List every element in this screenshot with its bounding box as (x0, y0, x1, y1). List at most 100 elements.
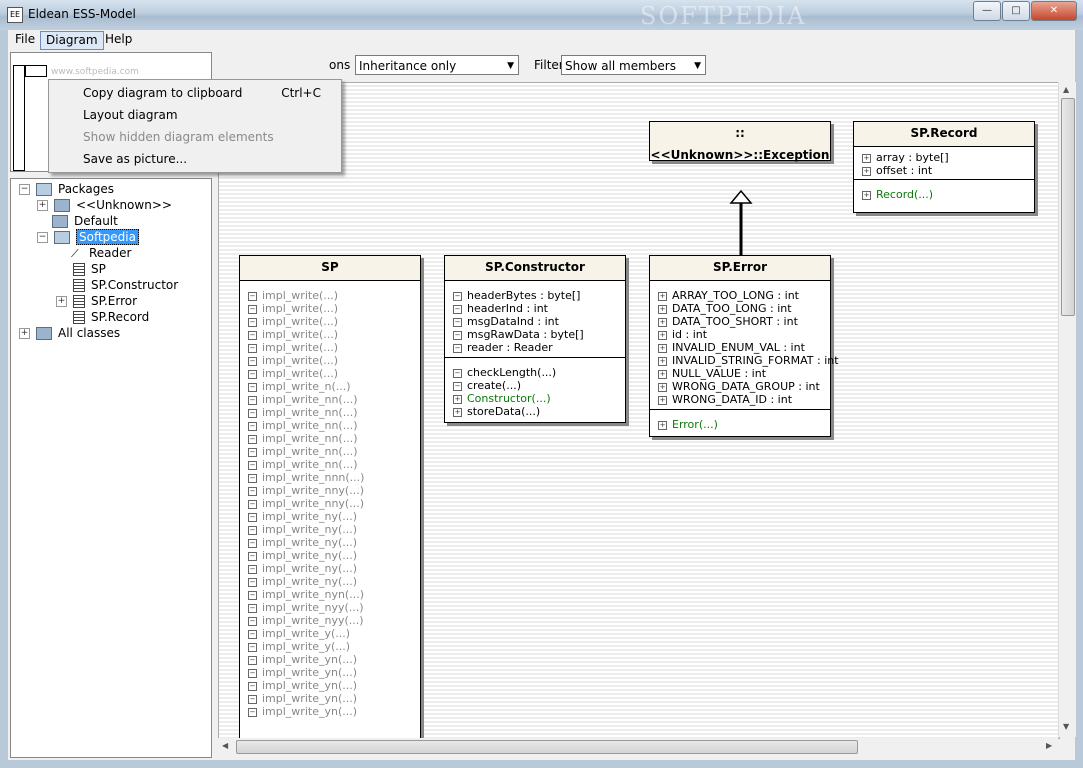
class-box-sp-record[interactable]: SP.Record + array : byte[] + offset : int +… (853, 121, 1035, 213)
class-method[interactable]: + storeData(...) (453, 405, 625, 418)
menu-file[interactable]: File (10, 31, 40, 48)
tree-item-sp-constructor[interactable]: SP.Constructor (73, 277, 178, 293)
collapse-icon[interactable]: − (19, 184, 30, 195)
public-member-icon: + (453, 407, 462, 417)
class-field[interactable]: + WRONG_DATA_GROUP : int (658, 380, 830, 393)
vertical-scrollbar[interactable]: ▲ ▼ (1058, 82, 1076, 737)
tree-item-packages[interactable]: − Packages (19, 181, 114, 197)
class-method[interactable]: − impl_write_nnn(...) (248, 471, 420, 484)
class-method-text: impl_write_ny(...) (262, 536, 358, 549)
class-method[interactable]: − impl_write(...) (248, 367, 420, 380)
expand-icon[interactable]: + (56, 296, 67, 307)
scroll-left-icon[interactable]: ◀ (222, 741, 228, 750)
tree-item-sp-record[interactable]: SP.Record (73, 309, 149, 325)
class-method[interactable]: − impl_write_nn(...) (248, 406, 420, 419)
expand-icon[interactable]: + (19, 328, 30, 339)
menu-item-copy-diagram[interactable]: Copy diagram to clipboard (83, 84, 242, 102)
class-method[interactable]: − impl_write_ny(...) (248, 575, 420, 588)
class-method[interactable]: − impl_write_nn(...) (248, 458, 420, 471)
class-field[interactable]: − headerInd : int (453, 302, 625, 315)
vertical-scroll-thumb[interactable] (1061, 98, 1075, 316)
class-method[interactable]: + Constructor(...) (453, 392, 625, 405)
class-field[interactable]: − reader : Reader (453, 341, 625, 354)
class-method[interactable]: + Error(...) (658, 418, 830, 431)
class-method[interactable]: − impl_write_nn(...) (248, 432, 420, 445)
class-field[interactable]: + INVALID_ENUM_VAL : int (658, 341, 830, 354)
class-field[interactable]: + array : byte[] (862, 151, 1034, 164)
associations-select[interactable]: Inheritance only ▼ (355, 55, 519, 75)
class-box-exception[interactable]: ::<<Unknown>>::Exception (649, 121, 831, 162)
horizontal-scroll-thumb[interactable] (236, 740, 858, 754)
class-method[interactable]: − impl_write_ny(...) (248, 510, 420, 523)
minimize-button[interactable]: — (973, 1, 1001, 21)
class-field[interactable]: + ARRAY_TOO_LONG : int (658, 289, 830, 302)
overview-viewport[interactable] (13, 65, 25, 171)
menu-help[interactable]: Help (100, 31, 137, 48)
scroll-right-icon[interactable]: ▶ (1046, 741, 1052, 750)
class-method[interactable]: − impl_write(...) (248, 328, 420, 341)
class-box-sp-error[interactable]: SP.Error + ARRAY_TOO_LONG : int + DATA_TOO_… (649, 255, 839, 437)
class-method[interactable]: − impl_write(...) (248, 315, 420, 328)
class-field[interactable]: + id : int (658, 328, 830, 341)
tree-item-default[interactable]: Default (52, 213, 118, 229)
class-field[interactable]: + WRONG_DATA_ID : int (658, 393, 830, 406)
class-method[interactable]: − impl_write_ny(...) (248, 523, 420, 536)
package-tree: − Packages + <<Unknown>> Default − Softpedi… (10, 178, 212, 758)
class-method[interactable]: − impl_write_yn(...) (248, 653, 420, 666)
class-method[interactable]: − impl_write_nyy(...) (248, 614, 420, 627)
menu-diagram[interactable]: Diagram (40, 31, 104, 50)
scroll-up-icon[interactable]: ▲ (1063, 85, 1069, 94)
tree-item-sp[interactable]: SP (73, 261, 106, 277)
tree-item-softpedia[interactable]: − Softpedia (37, 229, 139, 245)
scroll-down-icon[interactable]: ▼ (1063, 722, 1069, 731)
class-method[interactable]: − impl_write(...) (248, 289, 420, 302)
class-method[interactable]: − impl_write_yn(...) (248, 705, 420, 718)
class-method[interactable]: − impl_write_nyy(...) (248, 601, 420, 614)
class-field[interactable]: − msgDataInd : int (453, 315, 625, 328)
class-method[interactable]: − impl_write_y(...) (248, 627, 420, 640)
horizontal-scrollbar[interactable]: ◀ ▶ (218, 738, 1058, 755)
tree-item-unknown[interactable]: + <<Unknown>> (37, 197, 172, 213)
class-method[interactable]: − impl_write_nyn(...) (248, 588, 420, 601)
class-method[interactable]: − create(...) (453, 379, 625, 392)
diagram-canvas[interactable]: ::<<Unknown>>::Exception SP.Record + arra… (218, 82, 1060, 739)
menu-item-save-picture[interactable]: Save as picture... (83, 150, 187, 168)
class-method[interactable]: − impl_write_yn(...) (248, 666, 420, 679)
maximize-button[interactable]: □ (1002, 1, 1030, 21)
tree-item-sp-error[interactable]: + SP.Error (56, 293, 137, 309)
class-field[interactable]: − headerBytes : byte[] (453, 289, 625, 302)
class-box-sp-constructor[interactable]: SP.Constructor − headerBytes : byte[] − hea… (444, 255, 626, 423)
class-method[interactable]: − impl_write(...) (248, 302, 420, 315)
class-method[interactable]: − impl_write_nny(...) (248, 484, 420, 497)
tree-item-reader[interactable]: ⟋ Reader (71, 245, 131, 261)
class-method[interactable]: − impl_write_yn(...) (248, 692, 420, 705)
class-method[interactable]: − impl_write(...) (248, 341, 420, 354)
collapse-icon[interactable]: − (37, 232, 48, 243)
class-field[interactable]: + INVALID_STRING_FORMAT : int (658, 354, 839, 367)
expand-icon[interactable]: + (37, 200, 48, 211)
filter-select[interactable]: Show all members ▼ (561, 55, 706, 75)
class-method[interactable]: − impl_write(...) (248, 354, 420, 367)
class-field[interactable]: + offset : int (862, 164, 1034, 177)
class-method[interactable]: − impl_write_y(...) (248, 640, 420, 653)
class-box-sp[interactable]: SP − impl_write(...) − impl_write(...) − impl… (239, 255, 421, 738)
private-member-icon: − (248, 499, 257, 509)
class-field[interactable]: + DATA_TOO_SHORT : int (658, 315, 830, 328)
class-method[interactable]: − impl_write_ny(...) (248, 562, 420, 575)
class-method[interactable]: − checkLength(...) (453, 366, 625, 379)
class-method[interactable]: − impl_write_n(...) (248, 380, 420, 393)
tree-item-all-classes[interactable]: + All classes (19, 325, 120, 341)
class-field[interactable]: − msgRawData : byte[] (453, 328, 625, 341)
class-field[interactable]: + DATA_TOO_LONG : int (658, 302, 830, 315)
class-method[interactable]: − impl_write_nn(...) (248, 393, 420, 406)
class-method[interactable]: − impl_write_yn(...) (248, 679, 420, 692)
class-field[interactable]: + NULL_VALUE : int (658, 367, 830, 380)
class-method[interactable]: − impl_write_nn(...) (248, 419, 420, 432)
class-method[interactable]: + Record(...) (862, 188, 1034, 201)
class-method[interactable]: − impl_write_ny(...) (248, 549, 420, 562)
class-method[interactable]: − impl_write_nn(...) (248, 445, 420, 458)
menu-item-layout-diagram[interactable]: Layout diagram (83, 106, 178, 124)
close-button[interactable]: ✕ (1031, 1, 1077, 21)
class-method[interactable]: − impl_write_ny(...) (248, 536, 420, 549)
class-method[interactable]: − impl_write_nny(...) (248, 497, 420, 510)
